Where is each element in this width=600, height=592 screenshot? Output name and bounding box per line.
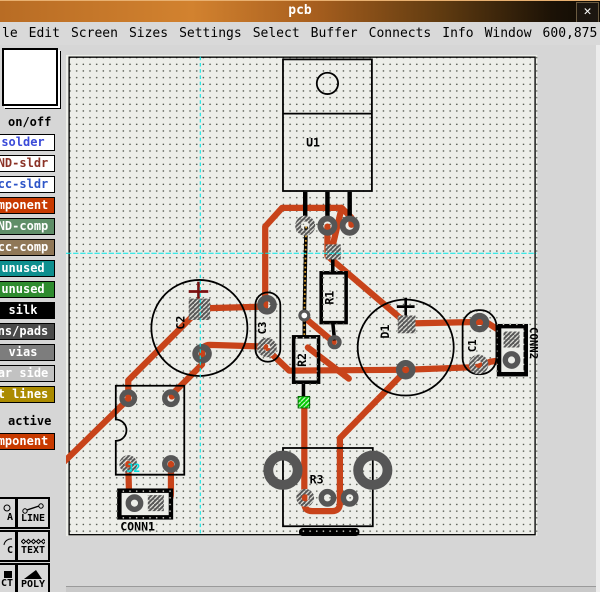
layer-button-unused-2[interactable]: unused [0, 281, 55, 298]
c2-pad1[interactable] [189, 299, 210, 320]
layer-button-vcc-comp[interactable]: cc-comp [0, 239, 55, 256]
j2-refdes: J2 [126, 461, 140, 475]
pcb-app-window: pcb ✕ le Edit Screen Sizes Settings Sele… [0, 0, 600, 592]
bottom-scroll-strip[interactable] [66, 586, 600, 592]
r3-refdes: R3 [310, 473, 324, 487]
conn2-pad1[interactable] [504, 332, 520, 348]
menu-file[interactable]: le [2, 26, 18, 41]
layer-button-component[interactable]: mponent [0, 197, 55, 214]
active-label: active [0, 413, 66, 429]
tool-text-button[interactable]: TEXT [16, 530, 50, 562]
layer-button-far-side[interactable]: ar side [0, 365, 55, 382]
r2-pad1[interactable] [300, 311, 309, 320]
close-icon[interactable]: ✕ [576, 2, 599, 23]
conn1-refdes: CONN1 [120, 520, 155, 534]
r2-refdes: R2 [295, 353, 309, 367]
menu-select[interactable]: Select [253, 26, 300, 41]
onoff-label: on/off [0, 114, 66, 130]
layer-button-vias[interactable]: vias [0, 344, 55, 361]
pcb-canvas[interactable]: U1 R1 R2 [66, 45, 596, 586]
active-layer-button[interactable]: mponent [0, 433, 55, 450]
title-bar[interactable]: pcb ✕ [0, 0, 600, 23]
layer-button-rat-lines[interactable]: t lines [0, 386, 55, 403]
menu-window[interactable]: Window [485, 26, 532, 41]
conn2-refdes: CONN2 [527, 327, 540, 359]
cursor-coordinates: 600,875 [543, 26, 598, 41]
menu-screen[interactable]: Screen [71, 26, 118, 41]
tool-via-button[interactable]: A [0, 497, 17, 529]
tool-arc-button[interactable]: C [0, 530, 17, 562]
window-title: pcb [0, 3, 600, 18]
r1-pad1[interactable] [326, 244, 341, 259]
layer-button-vcc-sldr[interactable]: cc-sldr [0, 176, 55, 193]
tool-poly-button[interactable]: POLY [16, 563, 50, 592]
menu-sizes[interactable]: Sizes [129, 26, 168, 41]
board-preview[interactable] [2, 48, 58, 106]
d1-refdes: D1 [378, 325, 392, 339]
layer-list: on/off solder ND-sldr cc-sldr mponent ND… [0, 114, 66, 454]
d1-pad1[interactable] [398, 316, 416, 334]
right-scroll-strip[interactable] [596, 45, 600, 592]
menu-buffer[interactable]: Buffer [311, 26, 358, 41]
poly-icon [22, 569, 44, 580]
c2-refdes: C2 [173, 316, 187, 330]
layer-button-unused-1[interactable]: unused [0, 260, 55, 277]
layer-button-gnd-sldr[interactable]: ND-sldr [0, 155, 55, 172]
u1-refdes: U1 [306, 136, 320, 150]
menu-settings[interactable]: Settings [179, 26, 242, 41]
conn1-pad1[interactable] [148, 495, 164, 511]
r3-shaft [299, 528, 359, 536]
menu-connects[interactable]: Connects [369, 26, 432, 41]
menu-bar: le Edit Screen Sizes Settings Select Buf… [0, 22, 600, 45]
side-panel: on/off solder ND-sldr cc-sldr mponent ND… [0, 45, 66, 592]
layer-button-silk[interactable]: silk [0, 302, 55, 319]
layer-button-pins-pads[interactable]: ns/pads [0, 323, 55, 340]
layer-button-gnd-comp[interactable]: ND-comp [0, 218, 55, 235]
tool-rect-button[interactable]: CT [0, 563, 17, 592]
menu-info[interactable]: Info [442, 26, 473, 41]
menu-edit[interactable]: Edit [29, 26, 60, 41]
c1-refdes: C1 [466, 339, 479, 352]
c3-refdes: C3 [256, 322, 269, 335]
line-icon [21, 503, 45, 514]
tool-line-button[interactable]: LINE [16, 497, 50, 529]
layer-button-solder[interactable]: solder [0, 134, 55, 151]
r1-refdes: R1 [323, 291, 337, 305]
selected-pad[interactable] [298, 396, 310, 408]
